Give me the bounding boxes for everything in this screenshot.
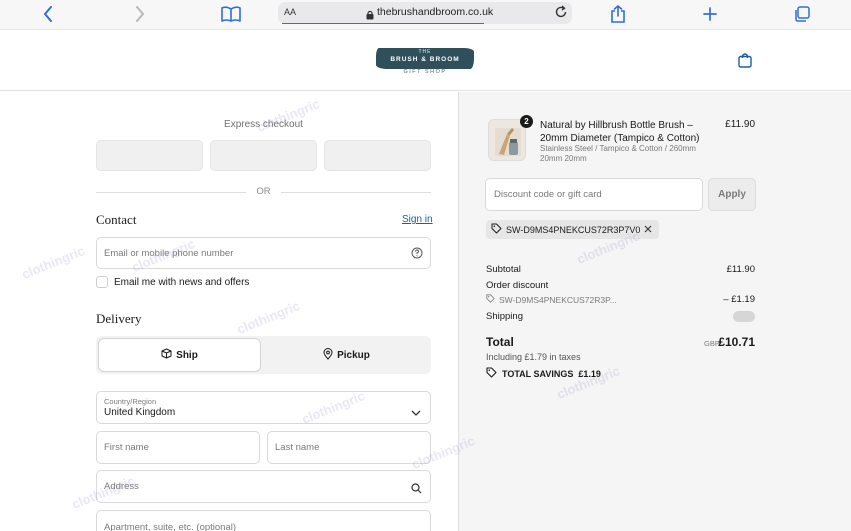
delivery-method-toggle: Ship Pickup xyxy=(96,336,431,374)
text-size-button[interactable]: AA xyxy=(284,7,296,17)
logo-name: BRUSH & BROOM xyxy=(390,56,460,63)
forward-icon[interactable] xyxy=(128,3,152,25)
total-value: £10.71 xyxy=(718,335,755,349)
address-bar[interactable]: AA thebrushandbroom.co.uk xyxy=(278,2,572,24)
country-label: Country/Region xyxy=(104,397,157,406)
news-offers-checkbox[interactable] xyxy=(96,276,108,288)
express-pay-button-3[interactable] xyxy=(324,140,431,171)
contact-heading: Contact xyxy=(96,212,137,227)
subtotal-value: £11.90 xyxy=(726,264,755,275)
country-select[interactable]: Country/Region United Kingdom xyxy=(96,391,431,424)
tabs-icon[interactable] xyxy=(790,3,814,25)
tag-icon xyxy=(491,223,502,236)
ship-label: Ship xyxy=(176,349,198,361)
help-icon[interactable] xyxy=(411,246,423,264)
product-variant: Stainless Steel / Tampico & Cotton / 260… xyxy=(540,144,710,164)
discount-placeholder: Discount code or gift card xyxy=(494,189,602,200)
country-value: United Kingdom xyxy=(104,407,176,418)
bottle-brush-image xyxy=(495,128,521,156)
email-placeholder: Email or mobile phone number xyxy=(104,248,234,259)
discount-code-input[interactable]: Discount code or gift card xyxy=(485,178,703,211)
order-discount-code-row: SW-D9MS4PNEKCUS72R3P... xyxy=(486,294,617,305)
or-divider: OR xyxy=(96,186,431,198)
total-savings: TOTAL SAVINGS £1.19 xyxy=(486,367,601,380)
order-discount-label: Order discount xyxy=(486,280,549,291)
subtotal-label: Subtotal xyxy=(486,264,521,275)
product-variant-line-1: Stainless Steel / Tampico & Cotton / 260… xyxy=(540,144,696,153)
checkout-form: Express checkout OR Contact Sign in Emai… xyxy=(0,92,458,531)
delivery-heading: Delivery xyxy=(96,311,142,326)
remove-code-icon[interactable] xyxy=(644,225,652,235)
first-name-placeholder: First name xyxy=(104,442,149,453)
product-variant-line-2: 20mm 20mm xyxy=(540,154,587,163)
back-icon[interactable] xyxy=(36,3,60,25)
browser-toolbar: AA thebrushandbroom.co.uk xyxy=(0,0,851,30)
savings-value: £1.19 xyxy=(578,368,601,379)
news-offers-label: Email me with news and offers xyxy=(114,277,250,288)
bookmarks-icon[interactable] xyxy=(219,3,243,25)
load-progress xyxy=(282,22,484,24)
site-header: THE BRUSH & BROOM GIFT SHOP xyxy=(0,31,851,91)
order-summary: 2 Natural by Hillbrush Bottle Brush – 20… xyxy=(458,92,851,531)
first-name-field[interactable]: First name xyxy=(96,431,260,464)
taxes-note: Including £1.79 in taxes xyxy=(486,352,581,362)
quantity-badge: 2 xyxy=(520,115,533,128)
pickup-label: Pickup xyxy=(337,349,370,361)
order-discount-code: SW-D9MS4PNEKCUS72R3P... xyxy=(499,294,617,305)
email-field[interactable]: Email or mobile phone number xyxy=(96,237,431,269)
address-placeholder: Address xyxy=(104,481,139,492)
tag-icon xyxy=(486,294,495,305)
product-name: Natural by Hillbrush Bottle Brush – 20mm… xyxy=(540,120,700,144)
apartment-field[interactable]: Apartment, suite, etc. (optional) xyxy=(96,510,431,531)
logo-tagline: GIFT SHOP xyxy=(403,69,447,75)
product-price: £11.90 xyxy=(725,119,755,130)
box-icon xyxy=(161,348,172,362)
address-field[interactable]: Address xyxy=(96,470,431,503)
pickup-option[interactable]: Pickup xyxy=(264,338,429,372)
url-text: thebrushandbroom.co.uk xyxy=(377,6,494,18)
apartment-placeholder: Apartment, suite, etc. (optional) xyxy=(104,522,237,531)
store-logo[interactable]: THE BRUSH & BROOM GIFT SHOP xyxy=(376,45,474,77)
share-icon[interactable] xyxy=(606,3,630,25)
applied-discount-tag: SW-D9MS4PNEKCUS72R3P7V0 xyxy=(486,220,660,239)
total-label: Total xyxy=(486,335,514,349)
savings-label: TOTAL SAVINGS xyxy=(502,368,574,379)
applied-code-text: SW-D9MS4PNEKCUS72R3P7V0 xyxy=(506,224,641,235)
last-name-field[interactable]: Last name xyxy=(267,431,431,464)
shipping-value-placeholder xyxy=(733,311,755,322)
tag-icon xyxy=(486,367,497,380)
ship-option[interactable]: Ship xyxy=(98,338,261,372)
shipping-label: Shipping xyxy=(486,311,523,322)
express-checkout-label: Express checkout xyxy=(224,119,303,130)
reload-icon[interactable] xyxy=(554,5,568,24)
express-pay-button-1[interactable] xyxy=(96,140,203,171)
apply-discount-button[interactable]: Apply xyxy=(708,178,756,211)
last-name-placeholder: Last name xyxy=(275,442,320,453)
express-pay-button-2[interactable] xyxy=(210,140,317,171)
divider-line-right xyxy=(281,192,431,193)
logo-the: THE xyxy=(418,49,432,55)
shopping-bag-icon[interactable] xyxy=(738,52,754,69)
chevron-down-icon xyxy=(411,404,421,422)
sign-in-link[interactable]: Sign in xyxy=(402,214,433,225)
new-tab-icon[interactable] xyxy=(698,3,722,25)
order-discount-value: – £1.19 xyxy=(723,294,755,305)
search-icon xyxy=(411,481,422,499)
location-pin-icon xyxy=(323,347,333,363)
